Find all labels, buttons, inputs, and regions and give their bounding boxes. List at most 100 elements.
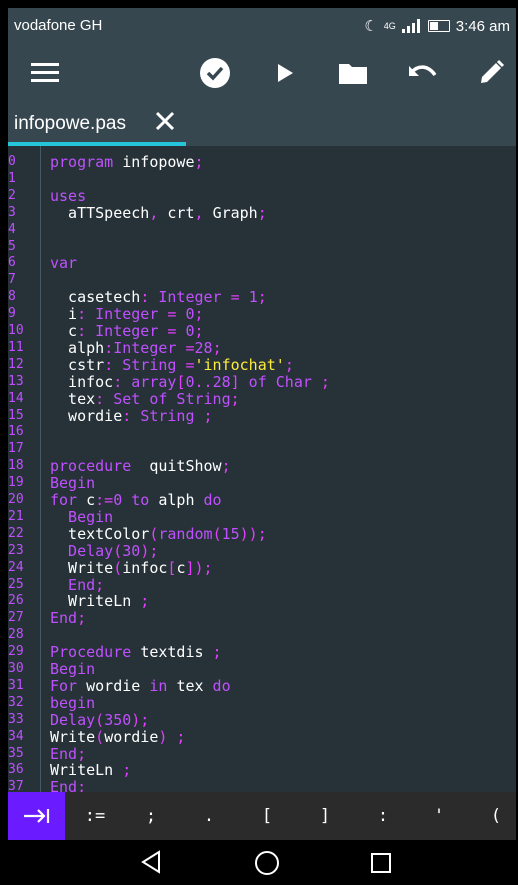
line-number: 33	[8, 711, 24, 727]
code-text: For wordie in tex do	[50, 676, 231, 695]
tab-infopowe[interactable]: infopowe.pas	[8, 102, 186, 146]
menu-icon[interactable]	[28, 56, 62, 90]
code-text: Begin	[50, 660, 96, 678]
code-text: aTTSpeech, crt, Graph;	[50, 203, 267, 222]
code-text: Write(wordie) ;	[50, 727, 186, 746]
tab-filename: infopowe.pas	[14, 113, 126, 134]
line-number: 16	[8, 424, 24, 440]
line-number: 11	[8, 339, 24, 355]
symbol-semicolon[interactable]: ;	[136, 806, 166, 826]
code-text: Procedure textdis ;	[50, 643, 222, 662]
line-number: 22	[8, 525, 24, 541]
line-number: 12	[8, 356, 24, 372]
play-icon[interactable]	[268, 56, 302, 90]
line-number: 20	[8, 492, 24, 507]
code-text: textColor(random(15));	[50, 524, 267, 543]
tab-key-button[interactable]	[8, 792, 65, 840]
code-text: wordie: String ;	[50, 406, 213, 425]
code-text: i: Integer = 0;	[50, 305, 204, 324]
line-number: 14	[8, 390, 24, 406]
code-text: var	[50, 254, 78, 273]
line-number: 18	[8, 458, 24, 474]
line-number: 9	[8, 306, 16, 322]
symbol-assign[interactable]: :=	[80, 806, 110, 826]
line-number: 4	[8, 221, 16, 237]
line-number: 29	[8, 644, 24, 660]
line-number: 37	[8, 779, 24, 792]
home-icon[interactable]	[254, 850, 280, 881]
battery-icon	[427, 20, 450, 32]
symbol-bar: := ; . [ ] : ' (	[8, 792, 516, 840]
code-text: Begin	[50, 474, 96, 493]
line-number: 3	[8, 204, 16, 220]
line-number: 34	[8, 728, 24, 744]
code-text: infoc: array[0..28] of Char ;	[50, 372, 330, 391]
line-number: 36	[8, 762, 24, 778]
code-text: WriteLn ;	[50, 592, 150, 611]
line-number: 8	[8, 289, 16, 305]
line-number: 15	[8, 407, 24, 423]
symbol-period[interactable]: .	[194, 806, 224, 826]
navigation-bar	[8, 840, 516, 885]
line-number: 26	[8, 593, 24, 609]
code-text: Write(infoc[c]);	[50, 558, 213, 577]
line-number: 19	[8, 475, 24, 491]
line-number: 0	[8, 154, 16, 169]
line-number: 23	[8, 542, 24, 558]
symbol-close-bracket[interactable]: ]	[310, 806, 340, 826]
line-number: 7	[8, 272, 16, 288]
line-number: 1	[8, 170, 16, 186]
code-text: uses	[50, 186, 87, 205]
code-text: for c:=0 to alph do	[50, 491, 222, 509]
toolbar	[8, 44, 516, 102]
symbol-colon[interactable]: :	[368, 806, 398, 826]
code-text: casetech: Integer = 1;	[50, 288, 267, 307]
signal-icon	[401, 19, 422, 33]
line-number: 21	[8, 508, 24, 524]
code-text: program infopowe;	[50, 153, 204, 171]
code-text: Delay(30);	[50, 541, 159, 560]
code-text: End;	[50, 575, 105, 594]
line-number: 31	[8, 677, 24, 693]
line-number: 17	[8, 441, 24, 457]
line-number: 24	[8, 559, 24, 575]
code-text: End;	[50, 778, 87, 792]
line-number: 13	[8, 373, 24, 389]
code-text: tex: Set of String;	[50, 389, 240, 408]
line-number: 6	[8, 255, 16, 271]
code-editor[interactable]: 0 program infopowe; 1 2 uses 3 aTTSpeech, crt…	[8, 146, 516, 792]
code-text: alph:Integer =28;	[50, 338, 222, 357]
alarm-icon: ☾	[364, 18, 378, 35]
line-number: 27	[8, 610, 24, 626]
undo-icon[interactable]	[406, 56, 440, 90]
carrier-name: vodafone GH	[14, 17, 103, 34]
back-icon[interactable]	[140, 850, 162, 879]
line-number: 30	[8, 661, 24, 676]
line-number: 5	[8, 238, 16, 254]
close-icon[interactable]	[154, 110, 178, 134]
status-time: 3:46 am	[455, 17, 510, 35]
folder-icon[interactable]	[336, 56, 370, 90]
network-type: 4G	[383, 21, 396, 31]
tab-bar: infopowe.pas	[8, 102, 516, 146]
pencil-icon[interactable]	[474, 56, 508, 90]
code-text: begin	[50, 693, 96, 712]
line-number: 32	[8, 694, 24, 710]
code-text: Begin	[50, 507, 114, 526]
code-text: End;	[50, 744, 87, 763]
code-text: procedure quitShow;	[50, 457, 231, 476]
status-bar: vodafone GH ☾ 4G 3:46 am	[8, 8, 516, 44]
line-number: 10	[8, 323, 24, 338]
line-number: 35	[8, 745, 24, 761]
tab-arrow-icon	[23, 809, 49, 823]
code-text: End;	[50, 609, 87, 628]
app-window: vodafone GH ☾ 4G 3:46 am infopowe.pas 0 …	[8, 8, 516, 885]
symbol-quote[interactable]: '	[424, 806, 454, 826]
symbol-open-paren[interactable]: (	[481, 806, 511, 826]
line-number: 28	[8, 627, 24, 643]
check-icon[interactable]	[198, 56, 232, 90]
code-text: cstr: String ='infochat';	[50, 355, 294, 374]
code-text: c: Integer = 0;	[50, 322, 204, 340]
symbol-open-bracket[interactable]: [	[252, 806, 282, 826]
recents-icon[interactable]	[370, 852, 392, 879]
